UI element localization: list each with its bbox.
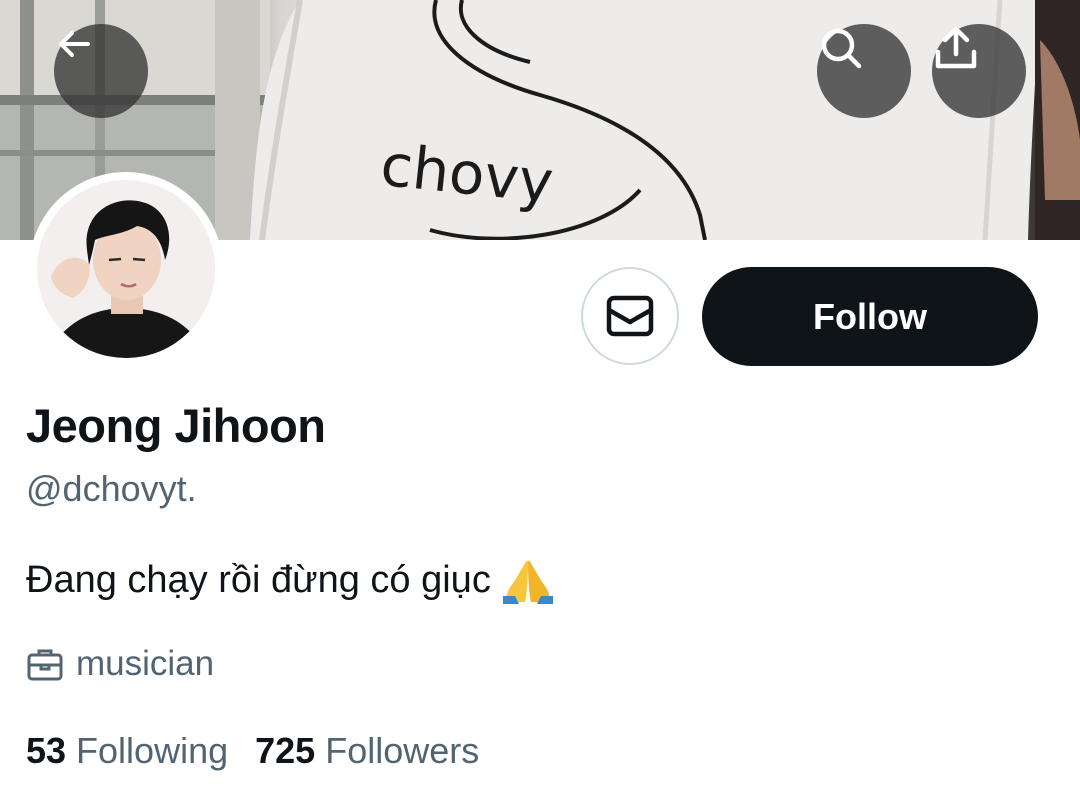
message-button[interactable] <box>581 267 679 365</box>
arrow-left-icon <box>59 31 90 57</box>
follow-stats: 53 Following 725 Followers <box>26 730 479 772</box>
avatar[interactable] <box>29 172 223 366</box>
folded-hands-emoji-icon <box>501 556 555 604</box>
search-icon <box>821 28 862 69</box>
display-name: Jeong Jihoon <box>26 399 326 452</box>
username-handle: @dchovyt. <box>26 468 197 509</box>
back-button[interactable] <box>54 24 148 118</box>
bio-text: Đang chạy rồi đừng có giục <box>26 558 491 601</box>
following-count: 53 <box>26 730 67 771</box>
follow-button[interactable]: Follow <box>702 267 1038 366</box>
envelope-icon <box>606 295 654 337</box>
briefcase-icon <box>26 645 64 683</box>
following-link[interactable]: 53 Following <box>26 730 228 772</box>
avatar-photo <box>37 180 215 358</box>
followers-link[interactable]: 725 Followers <box>255 730 479 772</box>
following-label: Following <box>76 730 229 771</box>
share-button[interactable] <box>932 24 1026 118</box>
search-button[interactable] <box>817 24 911 118</box>
profession-row: musician <box>26 644 214 684</box>
followers-count: 725 <box>255 730 316 771</box>
bio: Đang chạy rồi đừng có giục <box>26 556 555 604</box>
share-upload-icon <box>935 26 977 69</box>
profession-label: musician <box>76 644 215 683</box>
followers-label: Followers <box>325 730 480 771</box>
